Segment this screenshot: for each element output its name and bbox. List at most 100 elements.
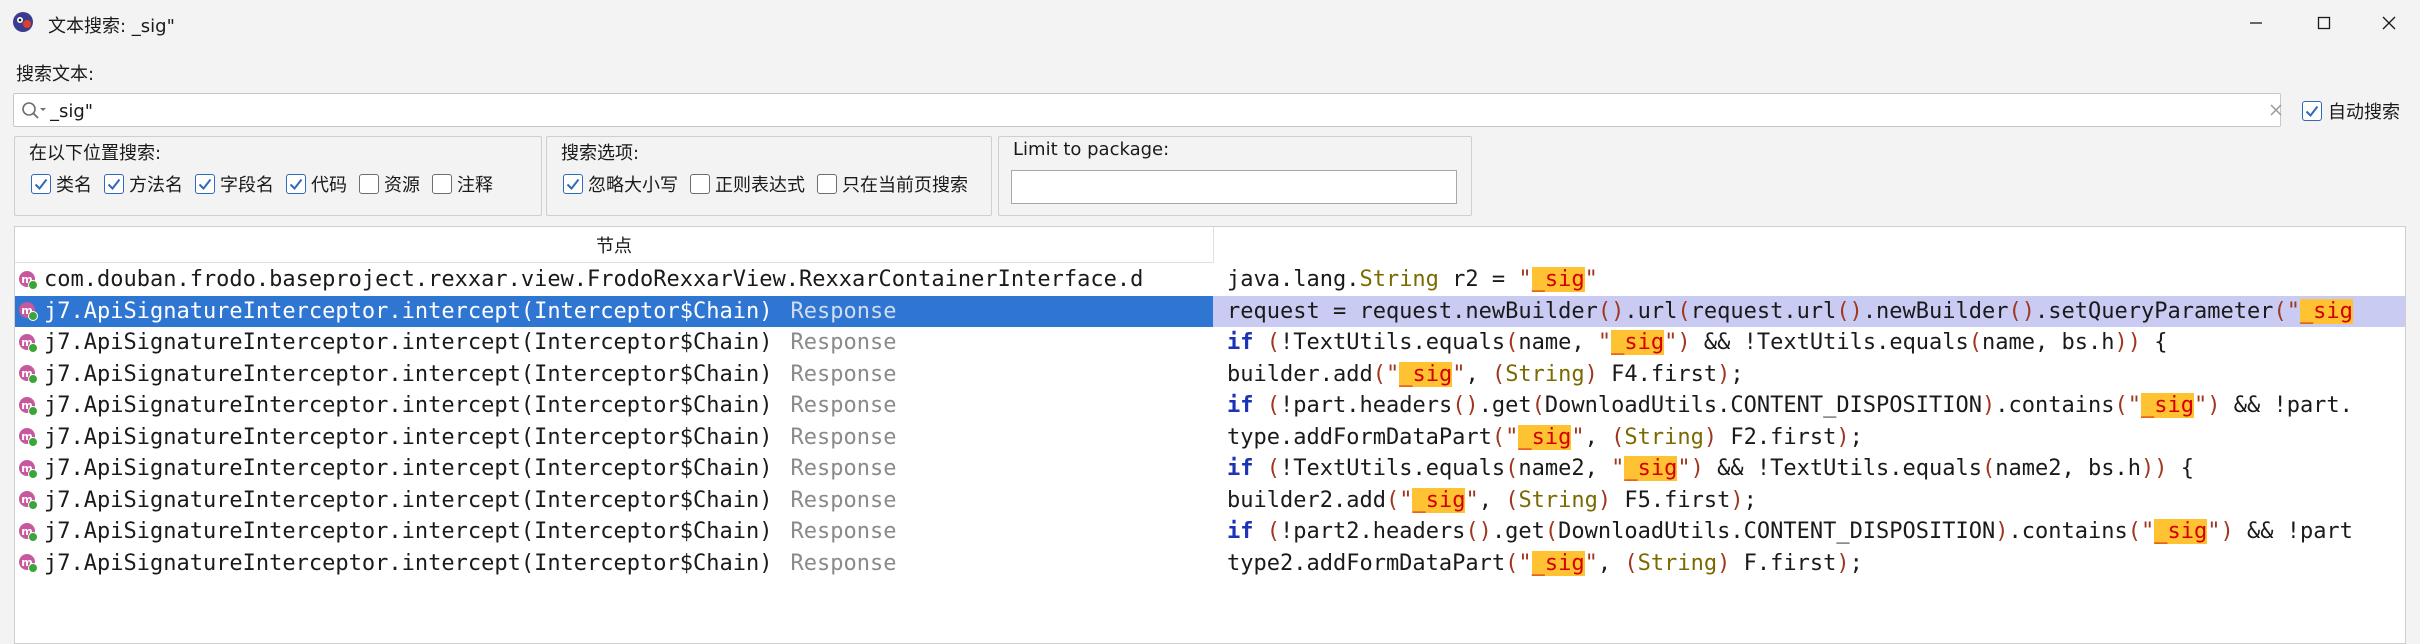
code-snippet-row[interactable]: if (!part2.headers() .get(DownloadUtils.C… <box>1213 516 2405 548</box>
code-token: ( <box>1266 330 1280 356</box>
code-token: " <box>1518 550 1532 576</box>
search-input[interactable] <box>50 98 2230 124</box>
option-resource[interactable]: 资源 <box>359 171 420 197</box>
regex-checkbox[interactable] <box>690 174 710 194</box>
code-token: ) <box>1690 456 1704 482</box>
comment-checkbox[interactable] <box>432 174 452 194</box>
result-row[interactable]: m j7.ApiSignatureInterceptor.intercept(In… <box>15 359 1213 391</box>
code-token: ( <box>1491 424 1506 450</box>
code-token: !part.headers <box>1280 393 1453 419</box>
resource-label: 资源 <box>384 175 420 196</box>
code-token: ) <box>1982 393 1996 419</box>
limit-package-group: Limit to package: <box>998 136 1472 216</box>
results-panel: 节点 m com.douban.frodo.baseproject.rexxar.… <box>14 226 2406 644</box>
code-token: !TextUtils.equals <box>1280 330 1506 356</box>
current-page-checkbox[interactable] <box>817 174 837 194</box>
package-input[interactable] <box>1011 170 1457 204</box>
code-token: () <box>2008 298 2036 324</box>
code-snippet-row[interactable]: type.addFormDataPart(" _sig ", (String) F2… <box>1213 422 2405 454</box>
code-token: , <box>1584 424 1612 450</box>
code-token: && !TextUtils.equals <box>1703 456 1983 482</box>
code-snippet-row[interactable]: java.lang. String r2 = " _sig " <box>1213 264 2405 296</box>
code-token: ( <box>1266 519 1280 545</box>
code-snippet-row[interactable]: builder.add(" _sig ", (String) F4.first); <box>1213 359 2405 391</box>
search-options-row: 忽略大小写 正则表达式 只在当前页搜索 <box>563 171 980 197</box>
result-row[interactable]: m j7.ApiSignatureInterceptor.intercept(In… <box>15 548 1213 580</box>
result-return-type: Response <box>790 393 897 419</box>
option-class-name[interactable]: 类名 <box>31 171 92 197</box>
code-snippet-row[interactable]: request = request.newBuilder() .url(reque… <box>1213 295 2405 327</box>
field-name-checkbox[interactable] <box>195 174 215 194</box>
code-token: ( <box>1505 550 1519 576</box>
result-row[interactable]: m j7.ApiSignatureInterceptor.intercept(In… <box>15 453 1213 485</box>
result-row[interactable]: m j7.ApiSignatureInterceptor.intercept(In… <box>15 295 1213 327</box>
match-highlight: _sig <box>1518 424 1572 450</box>
minimize-button[interactable] <box>2222 0 2290 46</box>
result-row[interactable]: m j7.ApiSignatureInterceptor.intercept(In… <box>15 422 1213 454</box>
code-snippet-row[interactable]: if (!TextUtils.equals(name2, " _sig ") && … <box>1213 453 2405 485</box>
class-name-checkbox[interactable] <box>31 174 51 194</box>
result-node-name: j7.ApiSignatureInterceptor.intercept(Int… <box>44 487 773 513</box>
code-token: String <box>1637 550 1718 576</box>
result-row[interactable]: m j7.ApiSignatureInterceptor.intercept(In… <box>15 390 1213 422</box>
close-icon <box>2382 16 2396 30</box>
option-method-name[interactable]: 方法名 <box>104 171 183 197</box>
code-token: ) <box>1836 424 1850 450</box>
auto-search-checkbox[interactable] <box>2302 101 2322 121</box>
code-snippet-row[interactable]: builder2.add(" _sig ", (String) F5.first); <box>1213 485 2405 517</box>
search-location-group: 在以下位置搜索: 类名 方法名 字段名 代码 资源 注释 <box>14 136 542 216</box>
option-regex[interactable]: 正则表达式 <box>690 171 805 197</box>
option-field-name[interactable]: 字段名 <box>195 171 274 197</box>
code-token: ) <box>1597 487 1612 513</box>
code-snippet-row[interactable]: if (!TextUtils.equals(name, " _sig ") && !… <box>1213 327 2405 359</box>
result-return-type: Response <box>790 330 897 356</box>
code-token: " <box>1452 361 1466 387</box>
code-token: if <box>1227 393 1254 419</box>
auto-search-option[interactable]: 自动搜索 <box>2302 98 2400 124</box>
search-field[interactable] <box>13 93 2284 127</box>
code-column-header <box>1213 227 2405 263</box>
result-node-name: j7.ApiSignatureInterceptor.intercept(Int… <box>44 330 773 356</box>
option-code[interactable]: 代码 <box>286 171 347 197</box>
code-token: ; <box>1743 487 1757 513</box>
code-snippet-row[interactable]: if (!part.headers() .get(DownloadUtils.CO… <box>1213 390 2405 422</box>
code-token: name, <box>1518 330 1598 356</box>
code-token: { <box>2167 456 2194 482</box>
result-row[interactable]: m j7.ApiSignatureInterceptor.intercept(In… <box>15 485 1213 517</box>
node-column-header[interactable]: 节点 <box>15 227 1213 263</box>
code-token: ) <box>1730 487 1744 513</box>
comment-label: 注释 <box>457 175 493 196</box>
code-snippet-row[interactable]: type2.addFormDataPart(" _sig ", (String) F… <box>1213 548 2405 580</box>
code-token: name, bs.h <box>1982 330 2115 356</box>
option-ignore-case[interactable]: 忽略大小写 <box>563 171 678 197</box>
result-row[interactable]: m j7.ApiSignatureInterceptor.intercept(In… <box>15 516 1213 548</box>
option-comment[interactable]: 注释 <box>432 171 493 197</box>
match-highlight: _sig <box>2154 519 2208 545</box>
ignore-case-checkbox[interactable] <box>563 174 583 194</box>
close-button[interactable] <box>2358 0 2420 46</box>
code-token: " <box>1399 487 1413 513</box>
code-token: String <box>1518 487 1598 513</box>
method-name-checkbox[interactable] <box>104 174 124 194</box>
code-token: F4.first <box>1597 361 1718 387</box>
code-token: request = request.newBuilder <box>1227 298 1598 324</box>
maximize-button[interactable] <box>2290 0 2358 46</box>
resource-checkbox[interactable] <box>359 174 379 194</box>
method-name-label: 方法名 <box>129 175 183 196</box>
result-row[interactable]: m com.douban.frodo.baseproject.rexxar.vie… <box>15 264 1213 296</box>
result-row[interactable]: m j7.ApiSignatureInterceptor.intercept(In… <box>15 327 1213 359</box>
code-token: ( <box>1505 330 1519 356</box>
code-checkbox[interactable] <box>286 174 306 194</box>
clear-icon[interactable] <box>2268 102 2284 118</box>
code-token: " <box>1584 267 1598 293</box>
option-current-page[interactable]: 只在当前页搜索 <box>817 171 968 197</box>
code-token: " <box>2193 393 2208 419</box>
code-token: builder2.add <box>1227 487 1386 513</box>
code-token: F.first <box>1730 550 1837 576</box>
code-token: name2, bs.h <box>1995 456 2141 482</box>
code-token: " <box>2207 519 2221 545</box>
code-token: )) <box>2140 456 2168 482</box>
result-return-type: Response <box>790 487 897 513</box>
